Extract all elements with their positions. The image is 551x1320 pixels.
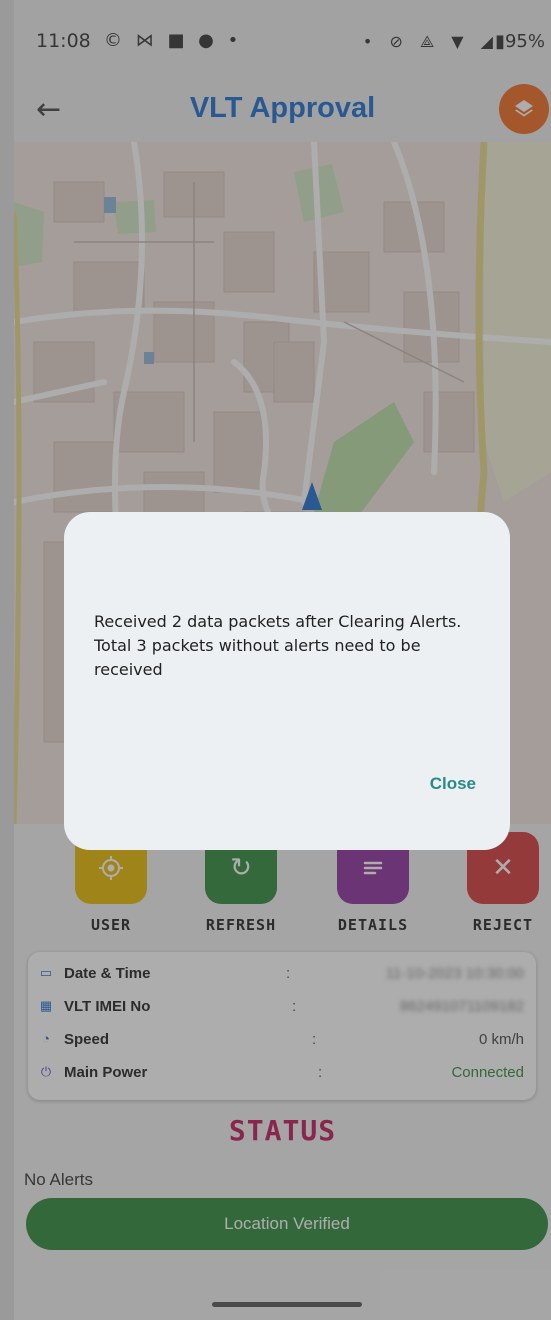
dialog-message: Received 2 data packets after Clearing A… (94, 612, 462, 679)
close-button[interactable]: Close (430, 774, 476, 794)
alert-dialog: Received 2 data packets after Clearing A… (64, 512, 510, 850)
app-screen: 11:08 © ⋈ ■ ● • • ⊘ ⟁ ▼ ◢ ▮95% ← VLT App… (14, 0, 551, 1320)
